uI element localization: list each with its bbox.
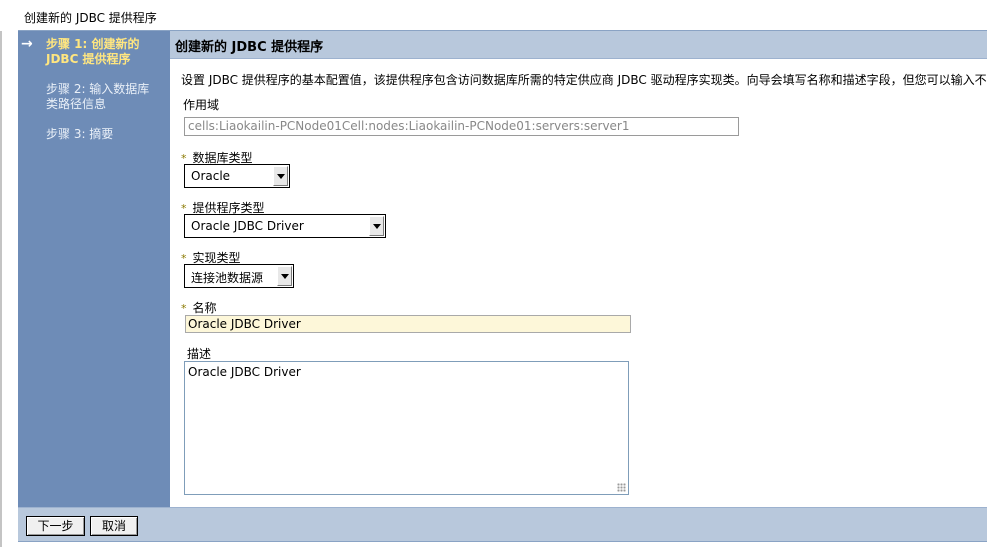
name-label-row: * 名称 bbox=[181, 299, 217, 316]
arrow-right-icon: → bbox=[21, 36, 33, 52]
required-mark: * bbox=[181, 302, 187, 315]
step-1-line1: 步骤 1: 创建新的 bbox=[46, 37, 140, 51]
scope-field: cells:Liaokailin-PCNode01Cell:nodes:Liao… bbox=[184, 117, 739, 136]
next-button[interactable]: 下一步 bbox=[26, 516, 85, 536]
impl-type-select[interactable]: 连接池数据源 bbox=[184, 264, 294, 288]
db-type-label: 数据库类型 bbox=[192, 151, 253, 165]
step-3-line1: 步骤 3: 摘要 bbox=[46, 127, 114, 141]
chevron-down-icon[interactable] bbox=[277, 266, 292, 286]
intro-text: 设置 JDBC 提供程序的基本配置值，该提供程序包含访问数据库所需的特定供应商 … bbox=[181, 73, 987, 87]
step-1-line2: JDBC 提供程序 bbox=[46, 52, 131, 66]
db-type-value: Oracle bbox=[191, 169, 231, 183]
provider-type-label: 提供程序类型 bbox=[192, 201, 265, 215]
description-label: 描述 bbox=[187, 347, 212, 361]
button-bar: 下一步 取消 bbox=[18, 507, 987, 541]
step-2-line1: 步骤 2: 输入数据库 bbox=[46, 82, 150, 96]
name-label: 名称 bbox=[192, 301, 217, 315]
step-1-create-provider[interactable]: 步骤 1: 创建新的 JDBC 提供程序 bbox=[46, 37, 140, 67]
left-border bbox=[0, 31, 2, 547]
description-textarea[interactable]: Oracle JDBC Driver bbox=[184, 361, 629, 495]
provider-type-value: Oracle JDBC Driver bbox=[191, 219, 304, 233]
step-2-line2: 类路径信息 bbox=[46, 97, 107, 111]
impl-type-label: 实现类型 bbox=[192, 251, 241, 265]
step-3-summary[interactable]: 步骤 3: 摘要 bbox=[46, 127, 113, 142]
description-value: Oracle JDBC Driver bbox=[188, 365, 301, 379]
bottom-divider bbox=[18, 541, 987, 542]
name-input[interactable]: Oracle JDBC Driver bbox=[185, 315, 631, 333]
provider-type-select[interactable]: Oracle JDBC Driver bbox=[184, 214, 386, 238]
scope-label: 作用域 bbox=[183, 98, 220, 112]
db-type-select[interactable]: Oracle bbox=[184, 164, 290, 188]
content-header: 创建新的 JDBC 提供程序 bbox=[170, 31, 987, 59]
page-title: 创建新的 JDBC 提供程序 bbox=[24, 11, 157, 25]
step-2-classpath[interactable]: 步骤 2: 输入数据库 类路径信息 bbox=[46, 82, 149, 112]
content-title: 创建新的 JDBC 提供程序 bbox=[175, 40, 324, 55]
cancel-button[interactable]: 取消 bbox=[90, 516, 138, 536]
impl-type-value: 连接池数据源 bbox=[191, 271, 264, 285]
resize-grip-icon[interactable] bbox=[617, 483, 626, 492]
chevron-down-icon[interactable] bbox=[273, 166, 288, 186]
wizard-steps-panel: → 步骤 1: 创建新的 JDBC 提供程序 步骤 2: 输入数据库 类路径信息… bbox=[18, 31, 170, 507]
chevron-down-icon[interactable] bbox=[369, 216, 384, 236]
